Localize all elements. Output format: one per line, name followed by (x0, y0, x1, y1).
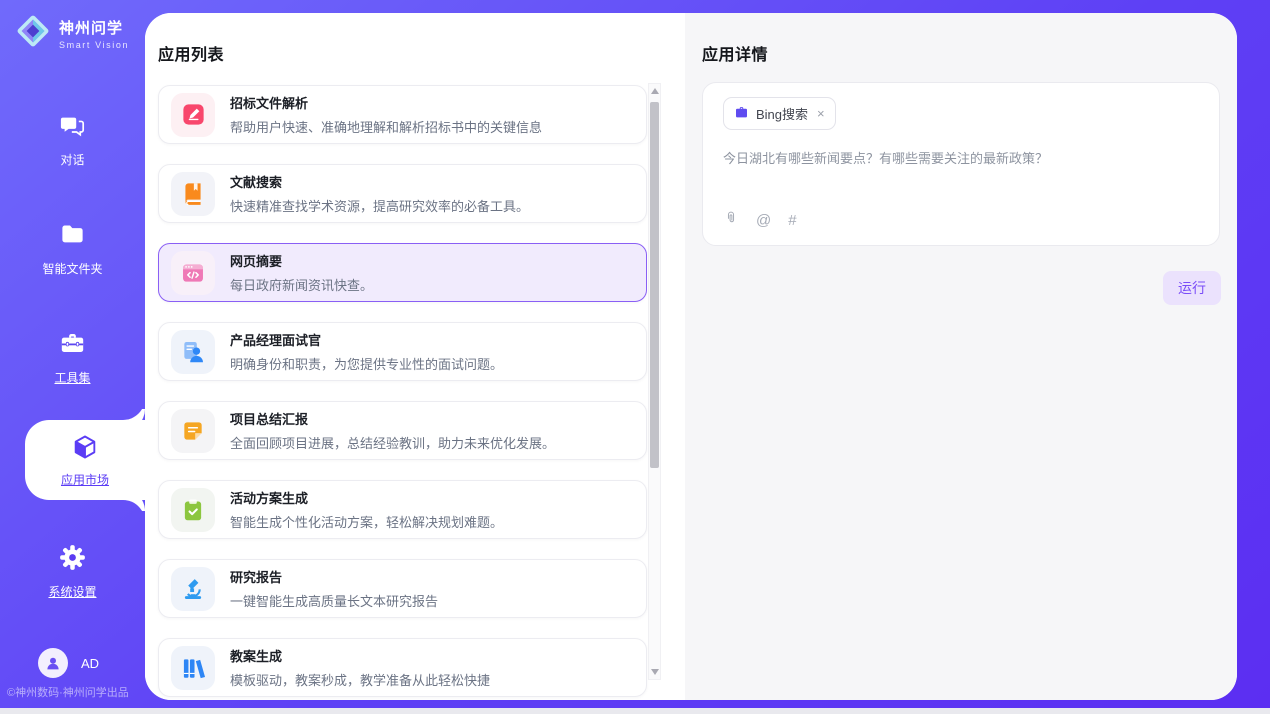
app-description: 全面回顾项目进展，总结经验教训，助力未来优化发展。 (230, 433, 555, 452)
edit-doc-icon (171, 93, 215, 137)
attachment-toolbar: @ # (723, 209, 797, 232)
brand-subtitle: Smart Vision (59, 40, 129, 50)
app-description: 快速精准查找学术资源，提高研究效率的必备工具。 (230, 196, 529, 215)
cube-icon (71, 433, 99, 466)
app-name: 教案生成 (230, 646, 490, 665)
app-texts: 产品经理面试官 明确身份和职责，为您提供专业性的面试问题。 (230, 330, 503, 373)
app-name: 网页摘要 (230, 251, 373, 270)
diamond-icon (15, 13, 51, 54)
nav-item-label: 工具集 (54, 369, 90, 386)
app-name: 项目总结汇报 (230, 409, 555, 428)
app-name: 研究报告 (230, 567, 438, 586)
avatar[interactable] (38, 648, 68, 678)
nav-item-label: 对话 (60, 151, 84, 168)
prompt-input[interactable]: 今日湖北有哪些新闻要点？有哪些需要关注的最新政策？ (723, 149, 1199, 169)
app-texts: 招标文件解析 帮助用户快速、准确地理解和解析招标书中的关键信息 (230, 93, 542, 136)
clipboard-check-icon (171, 488, 215, 532)
app-name: 产品经理面试官 (230, 330, 503, 349)
app-description: 帮助用户快速、准确地理解和解析招标书中的关键信息 (230, 117, 542, 136)
chat-icon (59, 112, 86, 144)
scroll-up-button[interactable] (649, 84, 660, 98)
note-icon (171, 409, 215, 453)
bottom-strip (0, 708, 1270, 714)
app-description: 每日政府新闻资讯快查。 (230, 275, 373, 294)
app-texts: 研究报告 一键智能生成高质量长文本研究报告 (230, 567, 438, 610)
tool-tag-label: Bing搜索 (756, 104, 808, 123)
app-list-title: 应用列表 (158, 41, 224, 65)
app-list-item-edit-doc[interactable]: 招标文件解析 帮助用户快速、准确地理解和解析招标书中的关键信息 (158, 85, 647, 144)
sidebar-item-toolbox[interactable]: 工具集 (0, 330, 145, 386)
user-account[interactable]: AD (38, 648, 99, 678)
scroll-down-button[interactable] (649, 665, 660, 679)
app-detail-panel: 应用详情 Bing搜索 × 今日湖北有哪些新闻要点？有哪些需要关注的最新政策？ … (685, 13, 1237, 700)
close-icon[interactable]: × (817, 106, 825, 121)
app-name: 活动方案生成 (230, 488, 503, 507)
prompt-card: Bing搜索 × 今日湖北有哪些新闻要点？有哪些需要关注的最新政策？ @ # (702, 82, 1220, 246)
copyright-text: ©神州数码·神州问学出品 (7, 684, 129, 700)
triangle-up-icon (651, 88, 659, 94)
main-content: 应用列表 招标文件解析 帮助用户快速、准确地理解和解析招标书中的关键信息 文献搜… (145, 13, 1237, 700)
nav-item-label: 应用市场 (61, 471, 109, 488)
app-window: 神州问学 Smart Vision 对话 智能文件夹 工具集 应用市场 系统设置… (0, 0, 1270, 714)
sidebar-item-cube[interactable]: 应用市场 (25, 420, 145, 500)
briefcase-icon (734, 105, 749, 123)
brand-text: 神州问学 Smart Vision (59, 17, 129, 50)
browser-code-icon (171, 251, 215, 295)
user-initials: AD (81, 656, 99, 671)
nav-item-label: 系统设置 (48, 583, 96, 600)
app-texts: 文献搜索 快速精准查找学术资源，提高研究效率的必备工具。 (230, 172, 529, 215)
run-button[interactable]: 运行 (1163, 271, 1221, 305)
nav-item-label: 智能文件夹 (42, 260, 102, 277)
app-texts: 教案生成 模板驱动，教案秒成，教学准备从此轻松快捷 (230, 646, 490, 689)
sidebar-item-chat[interactable]: 对话 (0, 112, 145, 168)
sidebar: 神州问学 Smart Vision 对话 智能文件夹 工具集 应用市场 系统设置… (0, 0, 145, 714)
app-list-item-browser-code[interactable]: 网页摘要 每日政府新闻资讯快查。 (158, 243, 647, 302)
book-icon (171, 172, 215, 216)
books-icon (171, 646, 215, 690)
app-list-item-book[interactable]: 文献搜索 快速精准查找学术资源，提高研究效率的必备工具。 (158, 164, 647, 223)
app-description: 智能生成个性化活动方案，轻松解决规划难题。 (230, 512, 503, 531)
app-description: 明确身份和职责，为您提供专业性的面试问题。 (230, 354, 503, 373)
person-doc-icon (171, 330, 215, 374)
brand-name: 神州问学 (59, 17, 129, 38)
scrollbar-thumb[interactable] (650, 102, 659, 468)
app-list-item-books[interactable]: 教案生成 模板驱动，教案秒成，教学准备从此轻松快捷 (158, 638, 647, 697)
tool-tag-bing-search[interactable]: Bing搜索 × (723, 97, 836, 130)
app-texts: 网页摘要 每日政府新闻资讯快查。 (230, 251, 373, 294)
app-texts: 项目总结汇报 全面回顾项目进展，总结经验教训，助力未来优化发展。 (230, 409, 555, 452)
app-texts: 活动方案生成 智能生成个性化活动方案，轻松解决规划难题。 (230, 488, 503, 531)
app-name: 文献搜索 (230, 172, 529, 191)
app-list-item-microscope[interactable]: 研究报告 一键智能生成高质量长文本研究报告 (158, 559, 647, 618)
mention-icon[interactable]: @ (756, 212, 771, 229)
sidebar-item-gear[interactable]: 系统设置 (0, 544, 145, 600)
app-list-panel: 应用列表 招标文件解析 帮助用户快速、准确地理解和解析招标书中的关键信息 文献搜… (145, 13, 685, 700)
sidebar-item-smart-folder[interactable]: 智能文件夹 (0, 221, 145, 277)
app-list-item-note[interactable]: 项目总结汇报 全面回顾项目进展，总结经验教训，助力未来优化发展。 (158, 401, 647, 460)
triangle-down-icon (651, 669, 659, 675)
brand-logo: 神州问学 Smart Vision (15, 13, 129, 54)
gear-icon (59, 544, 86, 576)
app-description: 一键智能生成高质量长文本研究报告 (230, 591, 438, 610)
smart-folder-icon (59, 221, 86, 253)
app-list-item-person-doc[interactable]: 产品经理面试官 明确身份和职责，为您提供专业性的面试问题。 (158, 322, 647, 381)
scrollbar[interactable] (648, 83, 661, 680)
paperclip-icon[interactable] (723, 209, 739, 232)
app-detail-title: 应用详情 (702, 41, 768, 65)
app-description: 模板驱动，教案秒成，教学准备从此轻松快捷 (230, 670, 490, 689)
toolbox-icon (59, 330, 86, 362)
microscope-icon (171, 567, 215, 611)
app-name: 招标文件解析 (230, 93, 542, 112)
app-list: 招标文件解析 帮助用户快速、准确地理解和解析招标书中的关键信息 文献搜索 快速精… (158, 85, 647, 697)
app-list-item-clipboard-check[interactable]: 活动方案生成 智能生成个性化活动方案，轻松解决规划难题。 (158, 480, 647, 539)
hash-icon[interactable]: # (788, 212, 796, 229)
